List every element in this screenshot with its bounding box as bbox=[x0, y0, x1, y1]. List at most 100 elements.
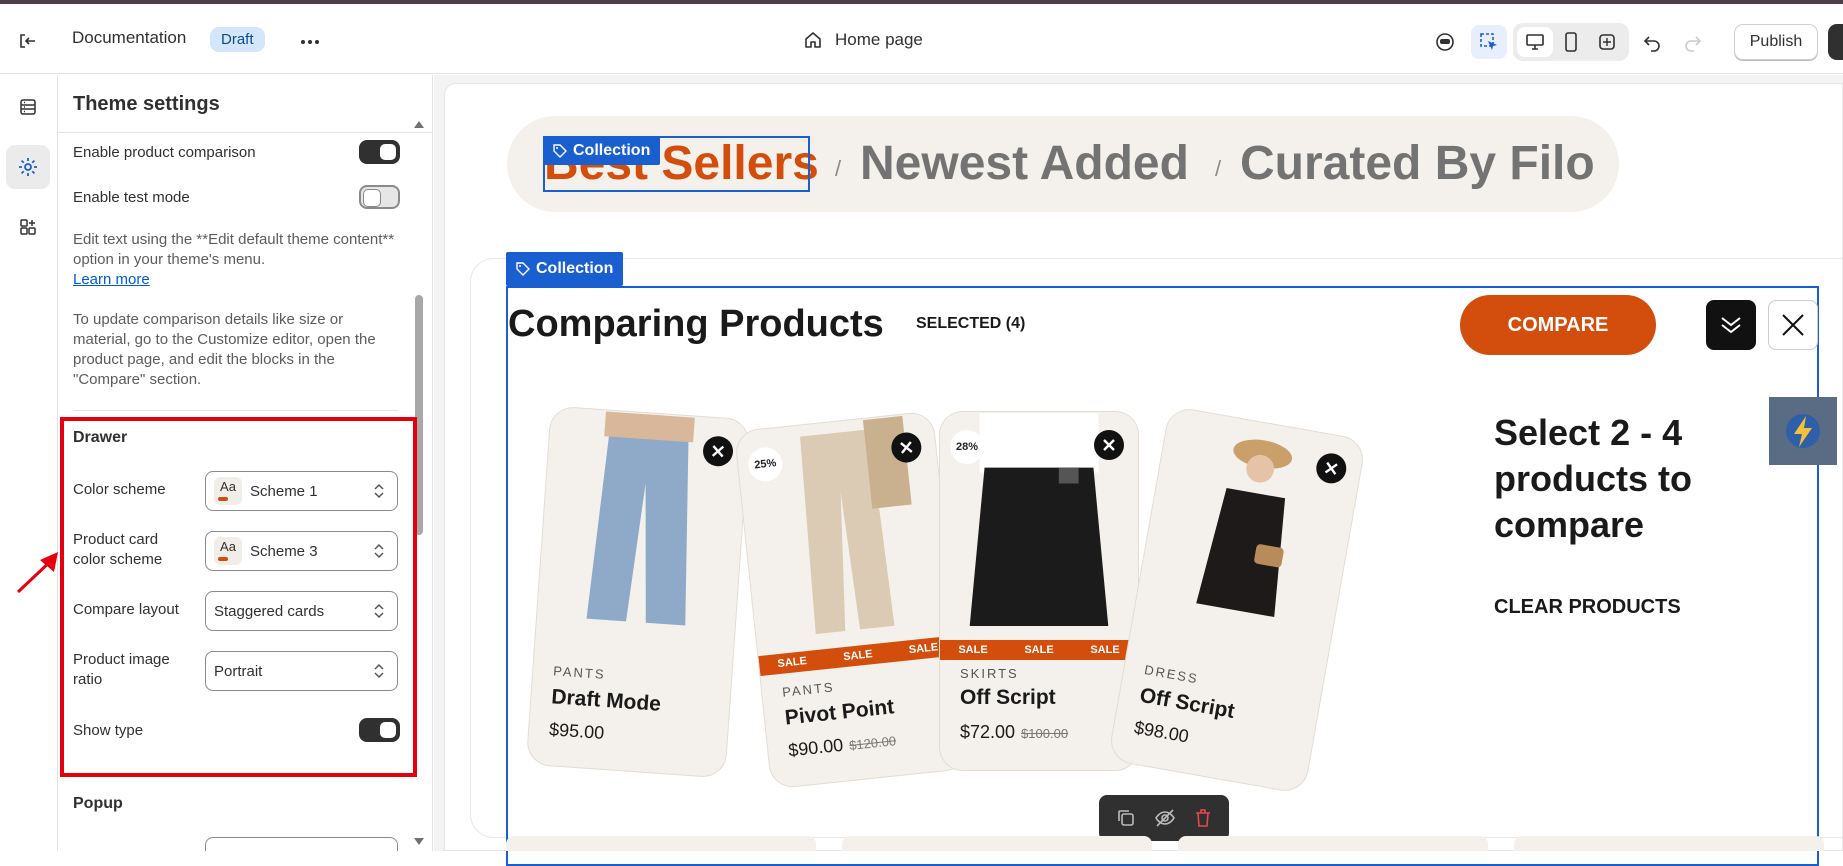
enable-test-mode-label: Enable test mode bbox=[73, 189, 190, 206]
close-icon bbox=[1103, 439, 1115, 451]
lightning-icon bbox=[1786, 414, 1820, 448]
chevron-double-down-icon bbox=[1721, 317, 1741, 334]
compare-title: Comparing Products bbox=[508, 303, 884, 345]
exit-button[interactable] bbox=[12, 26, 42, 56]
sale-label: SALE bbox=[1024, 644, 1054, 656]
gear-icon bbox=[19, 158, 37, 176]
store-title[interactable]: Documentation bbox=[72, 28, 186, 48]
undo-icon bbox=[1643, 36, 1660, 52]
tab-newest-added[interactable]: Newest Added bbox=[860, 136, 1189, 191]
desktop-view-button[interactable] bbox=[1517, 27, 1553, 57]
block-toolbar bbox=[1099, 795, 1229, 841]
help-text-compare: To update comparison details like size o… bbox=[73, 311, 376, 388]
redo-button[interactable] bbox=[1675, 25, 1711, 59]
trash-icon[interactable] bbox=[1194, 808, 1212, 828]
close-icon bbox=[711, 445, 725, 458]
clear-products-button[interactable]: CLEAR PRODUCTS bbox=[1494, 596, 1681, 619]
apps-icon bbox=[20, 219, 36, 235]
sale-label: SALE bbox=[776, 655, 808, 671]
more-actions-button[interactable] bbox=[296, 28, 324, 56]
desktop-icon bbox=[1526, 34, 1544, 50]
sale-ribbon: SALE SALE SALE bbox=[940, 640, 1138, 660]
undo-button[interactable] bbox=[1634, 25, 1670, 59]
sale-label: SALE bbox=[908, 641, 939, 657]
compare-prompt: Select 2 - 4 products to compare bbox=[1494, 412, 1692, 545]
page-selector[interactable]: Home page bbox=[803, 30, 923, 50]
topbar-edge-button[interactable] bbox=[1828, 24, 1843, 60]
discount-badge: 28% bbox=[950, 430, 984, 464]
publish-button[interactable]: Publish bbox=[1734, 24, 1818, 60]
remove-product-button[interactable] bbox=[1094, 430, 1124, 460]
annotation-highlight-box bbox=[60, 417, 417, 777]
product-price: $72.00 $100.00 bbox=[960, 722, 1068, 743]
product-name: Off Script bbox=[1138, 683, 1237, 724]
collection-tag[interactable]: Collection bbox=[506, 252, 624, 286]
product-card[interactable]: PANTS Draft Mode $95.00 bbox=[525, 405, 751, 779]
redo-icon bbox=[1685, 36, 1702, 52]
below-fold-card bbox=[1514, 836, 1824, 851]
fullscreen-view-button[interactable] bbox=[1589, 27, 1625, 57]
close-icon bbox=[900, 441, 913, 454]
product-name: Pivot Point bbox=[783, 695, 896, 730]
select-cursor-icon bbox=[1480, 33, 1497, 50]
editor-topbar: Documentation Draft Home page Publish bbox=[0, 4, 1843, 74]
sidekick-icon bbox=[1436, 33, 1454, 51]
enable-comparison-toggle[interactable] bbox=[359, 140, 400, 164]
home-icon bbox=[805, 32, 821, 48]
mobile-icon bbox=[1565, 32, 1577, 52]
product-price-value: $90.00 bbox=[787, 734, 845, 761]
product-card[interactable]: 28% SALE SALE SALE SKIRTS Off Script $72.0… bbox=[939, 411, 1139, 771]
duplicate-icon[interactable] bbox=[1116, 808, 1136, 828]
popup-heading: Popup bbox=[73, 795, 123, 812]
more-horizontal-icon bbox=[301, 40, 319, 44]
annotation-arrow-icon bbox=[16, 552, 58, 594]
product-type: PANTS bbox=[781, 679, 836, 700]
tag-icon bbox=[553, 144, 567, 158]
status-badge: Draft bbox=[210, 27, 265, 52]
product-price: $95.00 bbox=[548, 719, 605, 743]
product-name: Draft Mode bbox=[550, 685, 662, 716]
below-fold-card bbox=[506, 836, 816, 851]
below-fold-card bbox=[1178, 836, 1488, 851]
product-price: $90.00 $120.00 bbox=[787, 729, 897, 761]
exit-icon bbox=[20, 34, 35, 48]
selected-count: SELECTED (4) bbox=[916, 315, 1026, 332]
app-plugin-button[interactable] bbox=[1769, 397, 1837, 465]
mobile-view-button[interactable] bbox=[1553, 27, 1589, 57]
compare-button[interactable]: COMPARE bbox=[1460, 295, 1656, 355]
inspector-button[interactable] bbox=[1471, 25, 1507, 59]
sections-nav-button[interactable] bbox=[6, 85, 50, 129]
apps-nav-button[interactable] bbox=[6, 205, 50, 249]
theme-settings-nav-button[interactable] bbox=[6, 145, 50, 189]
sale-label: SALE bbox=[1090, 644, 1120, 656]
scroll-down-icon[interactable] bbox=[413, 837, 425, 847]
learn-more-link[interactable]: Learn more bbox=[73, 271, 150, 288]
product-price-value: $72.00 bbox=[960, 722, 1016, 742]
collection-tag[interactable]: Collection bbox=[543, 137, 661, 165]
enable-test-mode-toggle[interactable] bbox=[359, 185, 400, 209]
help-text-edit-content: Edit text using the **Edit default theme… bbox=[73, 230, 398, 290]
expand-icon bbox=[1599, 34, 1615, 50]
close-icon bbox=[1324, 461, 1338, 475]
section-divider bbox=[73, 410, 398, 411]
panel-divider bbox=[58, 132, 432, 133]
hide-icon[interactable] bbox=[1154, 808, 1176, 828]
product-image-dress bbox=[1129, 407, 1366, 677]
collapse-drawer-button[interactable] bbox=[1706, 300, 1756, 350]
tab-separator: / bbox=[835, 156, 842, 181]
popup-select[interactable] bbox=[205, 837, 398, 851]
collection-tag-label: Collection bbox=[536, 260, 614, 277]
sale-label: SALE bbox=[842, 648, 874, 664]
product-card[interactable]: 25% SALE SALE SALE PANTS Pivot Point $90.0… bbox=[733, 410, 971, 790]
ai-assistant-button[interactable] bbox=[1427, 25, 1463, 59]
tab-curated-by-filo[interactable]: Curated By Filo bbox=[1240, 136, 1595, 191]
product-type: DRESS bbox=[1143, 662, 1200, 687]
close-icon bbox=[1782, 314, 1804, 336]
panel-title: Theme settings bbox=[73, 93, 220, 115]
close-drawer-button[interactable] bbox=[1768, 300, 1818, 350]
page-name: Home page bbox=[835, 30, 923, 49]
help-text-1: Edit text using the **Edit default theme… bbox=[73, 231, 395, 268]
product-type: PANTS bbox=[552, 663, 607, 682]
scroll-up-icon[interactable] bbox=[413, 119, 425, 129]
product-name: Off Script bbox=[960, 686, 1056, 709]
